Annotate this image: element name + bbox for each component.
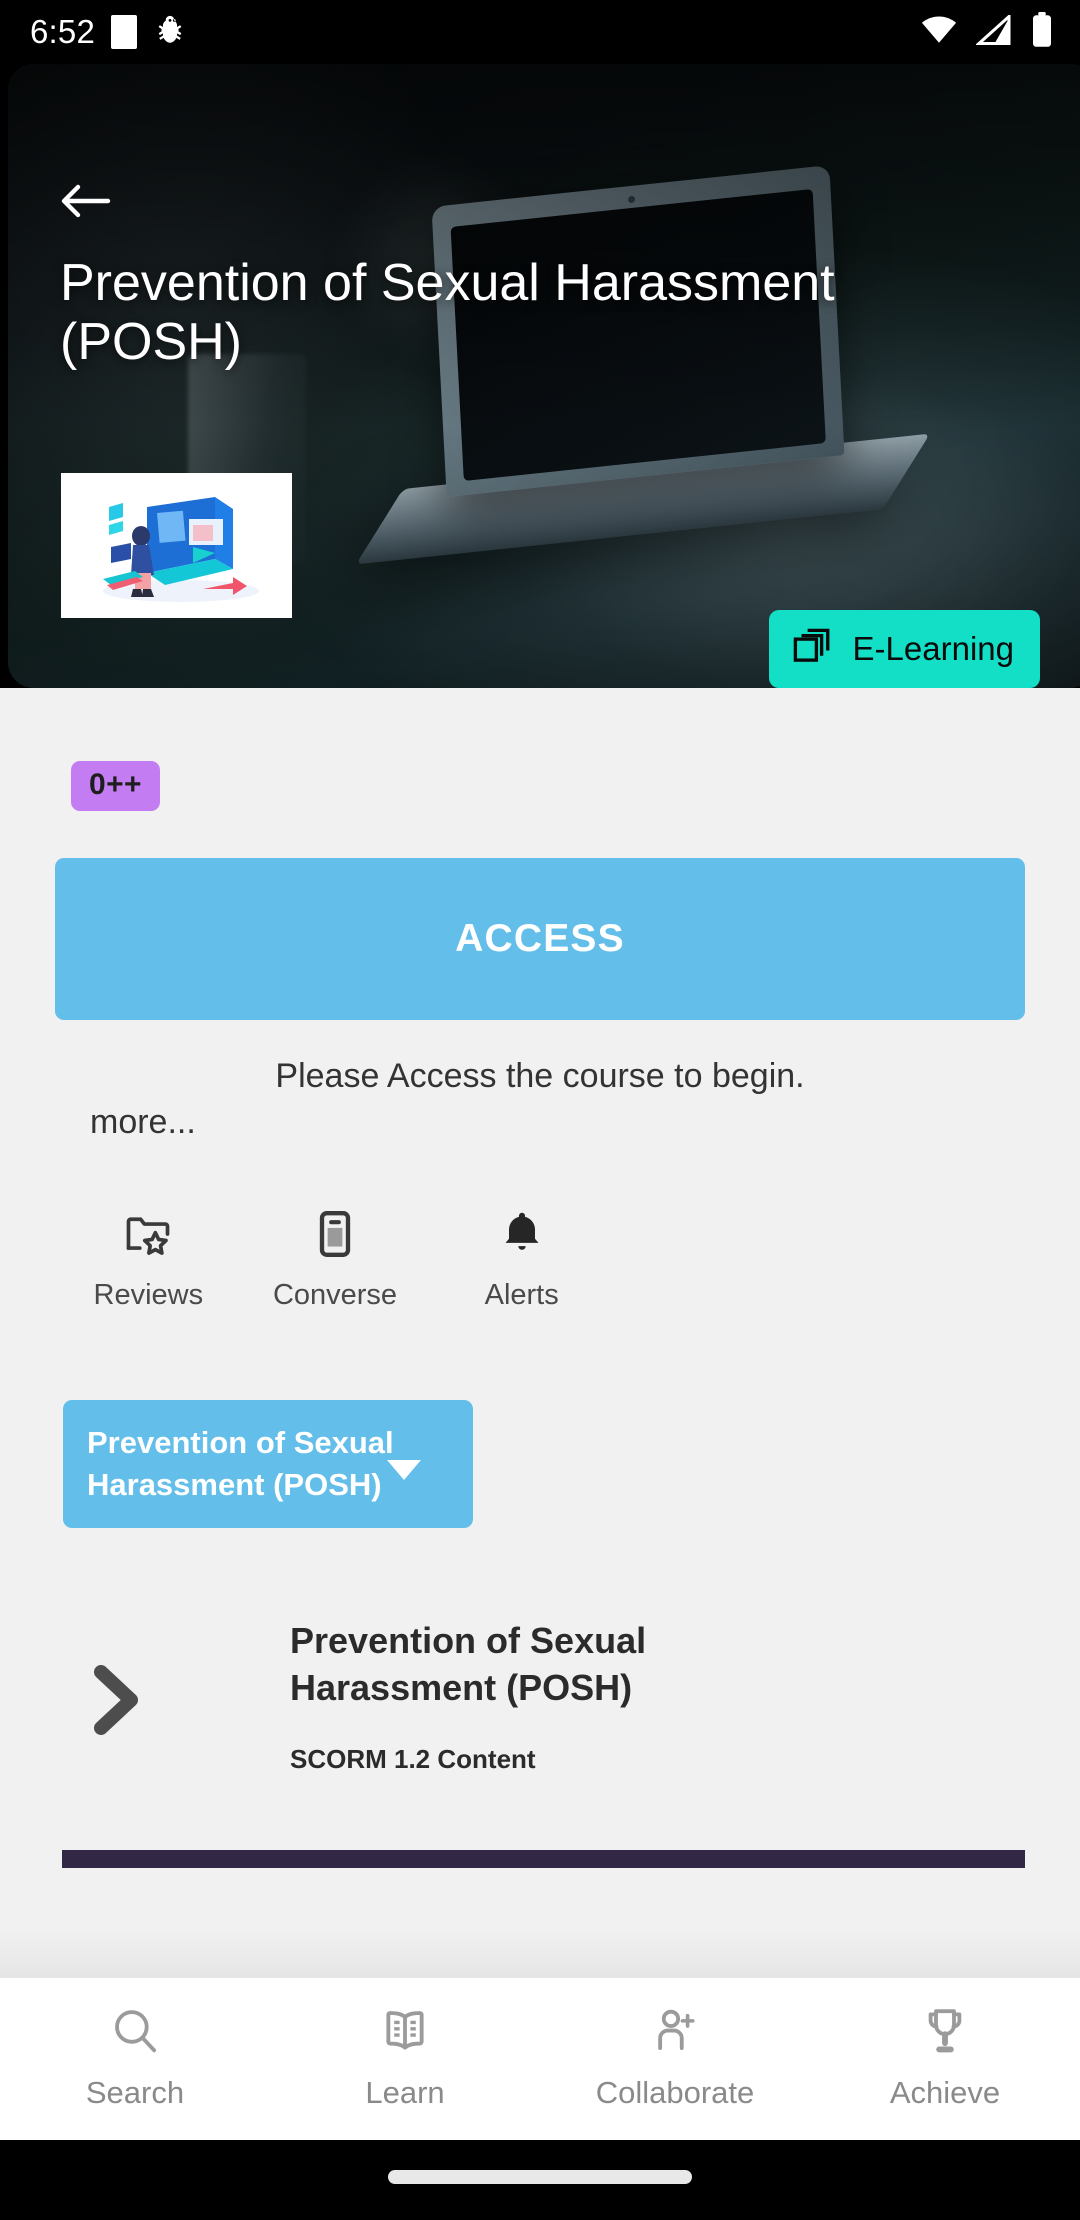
white-square-icon xyxy=(111,15,138,49)
status-bar: 6:52 xyxy=(0,0,1080,64)
content-list-item[interactable]: Prevention of Sexual Harassment (POSH) S… xyxy=(55,1600,1025,1800)
back-arrow-icon xyxy=(60,181,112,226)
action-converse-label: Converse xyxy=(272,1279,398,1311)
action-alerts[interactable]: Alerts xyxy=(428,1208,615,1312)
system-gesture-bar xyxy=(0,2140,1080,2220)
open-book-icon xyxy=(378,2004,432,2063)
nav-label-learn: Learn xyxy=(365,2075,445,2110)
action-alerts-label: Alerts xyxy=(484,1279,559,1311)
nav-item-achieve[interactable]: Achieve xyxy=(810,2004,1080,2111)
cellular-signal-icon xyxy=(975,12,1012,50)
status-badge: 0++ xyxy=(71,761,160,811)
course-type-label: E-Learning xyxy=(852,630,1014,667)
home-gesture-pill[interactable] xyxy=(388,2170,692,2184)
course-type-badge: E-Learning xyxy=(768,610,1040,688)
page-title: Prevention of Sexual Harassment (POSH) xyxy=(60,254,835,372)
chevron-down-icon xyxy=(387,1460,421,1480)
course-thumbnail xyxy=(61,473,292,618)
read-more-link[interactable]: more... xyxy=(90,1103,196,1142)
status-bar-right xyxy=(920,11,1054,53)
folder-star-icon xyxy=(122,1208,174,1265)
content-item-title: Prevention of Sexual Harassment (POSH) xyxy=(290,1620,647,1708)
nav-item-collaborate[interactable]: Collaborate xyxy=(540,2004,810,2111)
course-hero-banner: Prevention of Sexual Harassment (POSH) E… xyxy=(8,64,1080,688)
chevron-right-icon[interactable] xyxy=(85,1662,145,1743)
battery-icon xyxy=(1030,11,1054,53)
status-bar-left: 6:52 xyxy=(30,13,187,52)
nav-item-search[interactable]: Search xyxy=(0,2004,270,2111)
nav-label-achieve: Achieve xyxy=(889,2075,1001,2110)
person-add-icon xyxy=(648,2004,702,2063)
device-chat-icon xyxy=(309,1208,361,1265)
thumbnail-illustration xyxy=(61,473,292,618)
access-button[interactable]: ACCESS xyxy=(55,858,1025,1020)
scroll-fade xyxy=(0,1930,1080,1978)
nav-label-search: Search xyxy=(85,2075,185,2110)
status-clock: 6:52 xyxy=(30,13,96,50)
chapter-selector[interactable]: Prevention of Sexual Harassment (POSH) xyxy=(63,1400,473,1528)
bottom-navigation: Search Learn Collaborate Achieve xyxy=(0,1978,1080,2140)
bug-icon xyxy=(153,13,187,52)
trophy-icon xyxy=(918,2004,972,2063)
magnifier-icon xyxy=(108,2004,162,2063)
progress-bar xyxy=(62,1850,1025,1868)
progress-bar-fill xyxy=(62,1850,1025,1868)
action-reviews-label: Reviews xyxy=(93,1279,204,1311)
nav-label-collaborate: Collaborate xyxy=(595,2075,755,2110)
wifi-icon xyxy=(920,15,958,50)
action-converse[interactable]: Converse xyxy=(242,1208,429,1312)
bell-icon xyxy=(496,1208,548,1265)
course-description: Please Access the course to begin. xyxy=(275,1057,805,1095)
chapter-selector-label: Prevention of Sexual Harassment (POSH) xyxy=(87,1425,394,1502)
content-item-subtitle: SCORM 1.2 Content xyxy=(290,1744,536,1774)
nav-item-learn[interactable]: Learn xyxy=(270,2004,540,2111)
stacked-layers-icon xyxy=(791,626,833,673)
course-action-bar: Reviews Converse Alerts xyxy=(55,1208,615,1312)
back-button[interactable] xyxy=(60,172,132,234)
action-reviews[interactable]: Reviews xyxy=(55,1208,242,1312)
